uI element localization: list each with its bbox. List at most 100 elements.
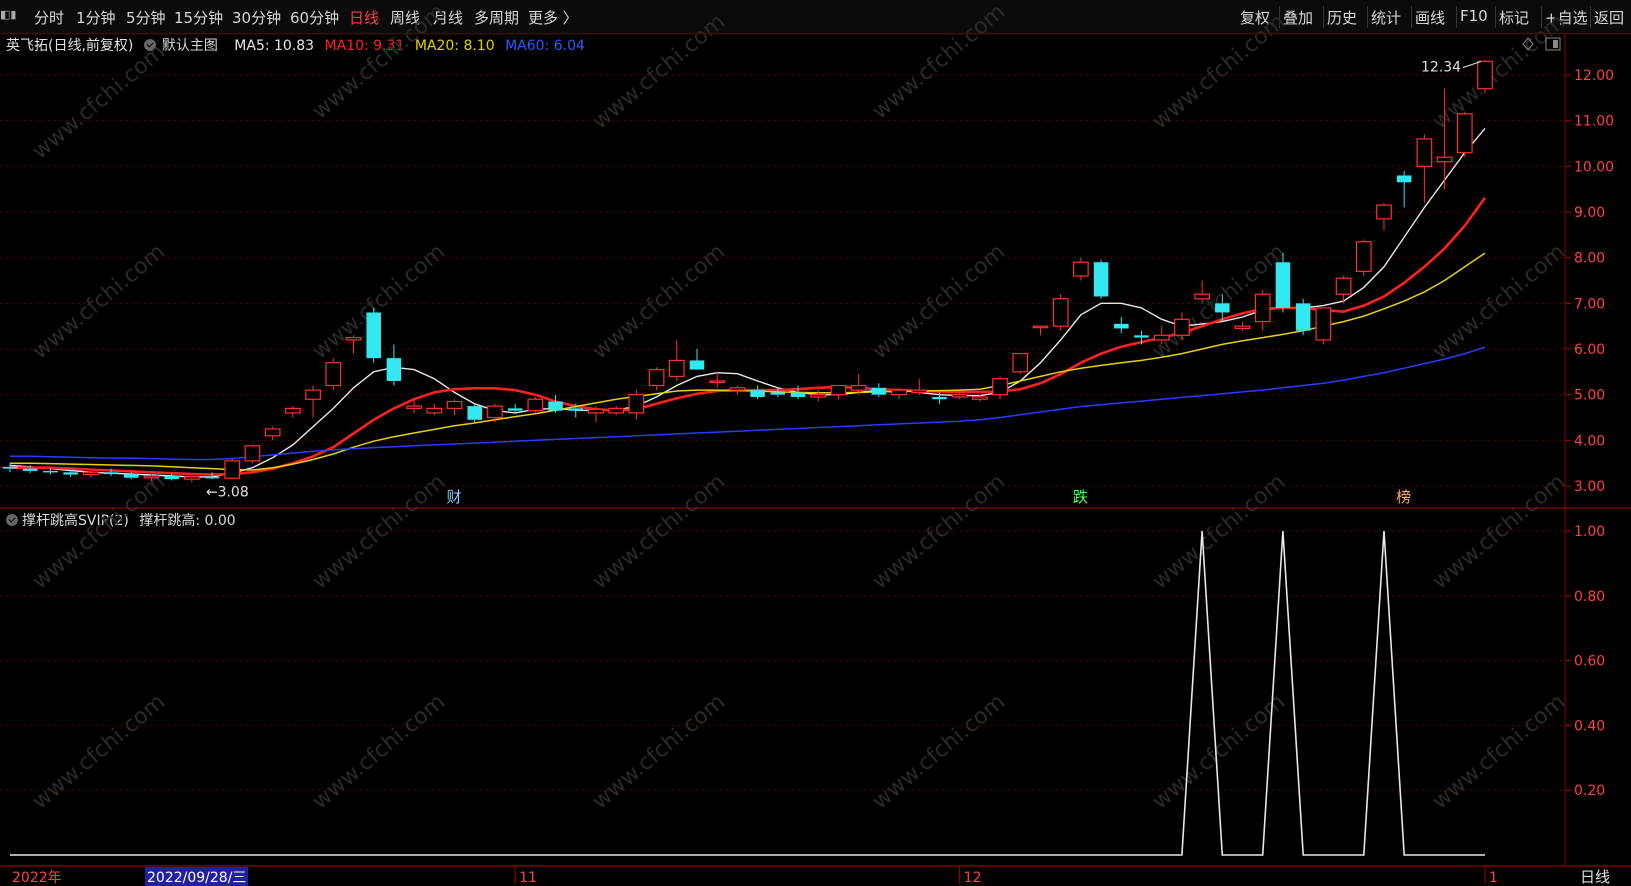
candle-body: [345, 336, 362, 341]
candle-body: [1295, 303, 1311, 331]
candle-body: [164, 475, 179, 480]
candle: [548, 394, 563, 413]
y-tick-label: 6.00: [1574, 342, 1605, 358]
x-tick-label: 11: [519, 870, 537, 886]
candle-body: [891, 389, 907, 396]
candle: [1012, 352, 1029, 375]
watermark-text: www.cfchi.com: [308, 469, 450, 594]
candle: [325, 358, 342, 391]
candle-body: [1477, 60, 1493, 90]
candle: [1355, 239, 1372, 276]
watermark-text: www.cfchi.com: [1148, 469, 1290, 594]
watermark-text: www.cfchi.com: [588, 239, 730, 364]
candle-body: [1275, 262, 1291, 308]
candle: [1335, 275, 1352, 304]
candle: [891, 387, 907, 400]
event-marker: 榜: [1396, 488, 1411, 506]
candle-body: [729, 387, 746, 391]
candle-body: [82, 471, 99, 476]
y-tick-label: 3.00: [1574, 479, 1605, 495]
candle: [750, 385, 765, 400]
candle-body: [446, 400, 463, 409]
candle: [951, 392, 968, 400]
candle-body: [22, 468, 38, 471]
candle-body: [1416, 138, 1433, 167]
candle-body: [628, 394, 645, 414]
candle: [467, 403, 482, 423]
watermark-text: www.cfchi.com: [868, 239, 1010, 364]
candle: [1254, 289, 1271, 331]
candle-body: [1456, 113, 1473, 154]
y-tick-label: 0.40: [1574, 718, 1605, 734]
candle-body: [1335, 277, 1352, 295]
candle: [1093, 259, 1109, 299]
grid: [0, 74, 1565, 791]
event-marker: 跌: [1073, 488, 1088, 506]
candle: [648, 367, 665, 391]
y-tick-label: 0.80: [1574, 589, 1605, 605]
candle-body: [850, 384, 867, 391]
candle-body: [305, 389, 321, 400]
candle-body: [1355, 241, 1372, 272]
y-tick-label: 11.00: [1574, 114, 1614, 130]
ma-line-ma10: [10, 197, 1487, 476]
y-tick-label: 9.00: [1574, 205, 1605, 221]
candle-body: [1215, 303, 1230, 313]
candle-body: [366, 312, 381, 359]
candle-body: [830, 384, 847, 396]
candle: [345, 335, 362, 354]
candle-body: [971, 396, 988, 400]
y-tick-label: 0.20: [1574, 783, 1605, 799]
watermark-text: www.cfchi.com: [308, 0, 450, 125]
candle-body: [1073, 261, 1089, 277]
watermark-text: www.cfchi.com: [28, 469, 170, 594]
candle: [1416, 134, 1433, 203]
y-tick-label: 4.00: [1574, 433, 1605, 449]
y-tick-label: 5.00: [1574, 388, 1605, 404]
candle: [1396, 170, 1412, 208]
candle: [386, 344, 402, 386]
candle-body: [588, 408, 604, 414]
y-tick-label: 7.00: [1574, 296, 1605, 312]
y-axis: 12.00 11.00 10.00 9.00 8.00 7.00 6.00 5.00 4.00 3…: [1565, 68, 1614, 799]
candle-body: [1254, 293, 1271, 323]
candle-body: [244, 445, 261, 462]
candle: [911, 378, 928, 395]
candle-body: [911, 389, 928, 393]
candle: [810, 390, 827, 402]
indicator-panel: [10, 530, 1485, 856]
watermark-text: www.cfchi.com: [28, 39, 170, 164]
candle: [1032, 325, 1049, 336]
candle: [2, 463, 18, 473]
candle-body: [648, 368, 665, 387]
candle: [285, 406, 301, 418]
candle-body: [143, 475, 160, 479]
candle-body: [224, 460, 241, 479]
low-price-label: ←3.08: [206, 484, 249, 500]
y-tick-label: 0.60: [1574, 654, 1605, 670]
candle-body: [325, 362, 342, 387]
candle-body: [709, 380, 726, 384]
watermark-text: www.cfchi.com: [1428, 469, 1570, 594]
candle-body: [2, 466, 18, 469]
candle-body: [1052, 298, 1069, 327]
high-price-label: 12.34: [1421, 59, 1461, 75]
candle: [1477, 59, 1493, 94]
candle: [1073, 257, 1089, 281]
candle-body: [487, 405, 503, 419]
candle-body: [1194, 293, 1210, 300]
x-label-year: 2022年: [12, 870, 62, 886]
watermark-text: www.cfchi.com: [868, 689, 1010, 814]
candle: [1234, 321, 1251, 331]
candle: [1456, 111, 1473, 158]
candle-body: [123, 474, 139, 478]
y-tick-label: 12.00: [1574, 68, 1614, 84]
candle-body: [810, 394, 827, 398]
chart-canvas[interactable]: www.cfchi.com www.cfchi.com www.cfchi.com w…: [0, 0, 1631, 886]
watermark-text: www.cfchi.com: [308, 689, 450, 814]
candle: [628, 390, 645, 420]
candle-body: [548, 401, 563, 411]
candle-body: [689, 360, 705, 370]
x-axis: 2022年 2022/09/28/三 11 12 1 日线: [12, 866, 1610, 886]
candle-body: [1396, 175, 1412, 183]
